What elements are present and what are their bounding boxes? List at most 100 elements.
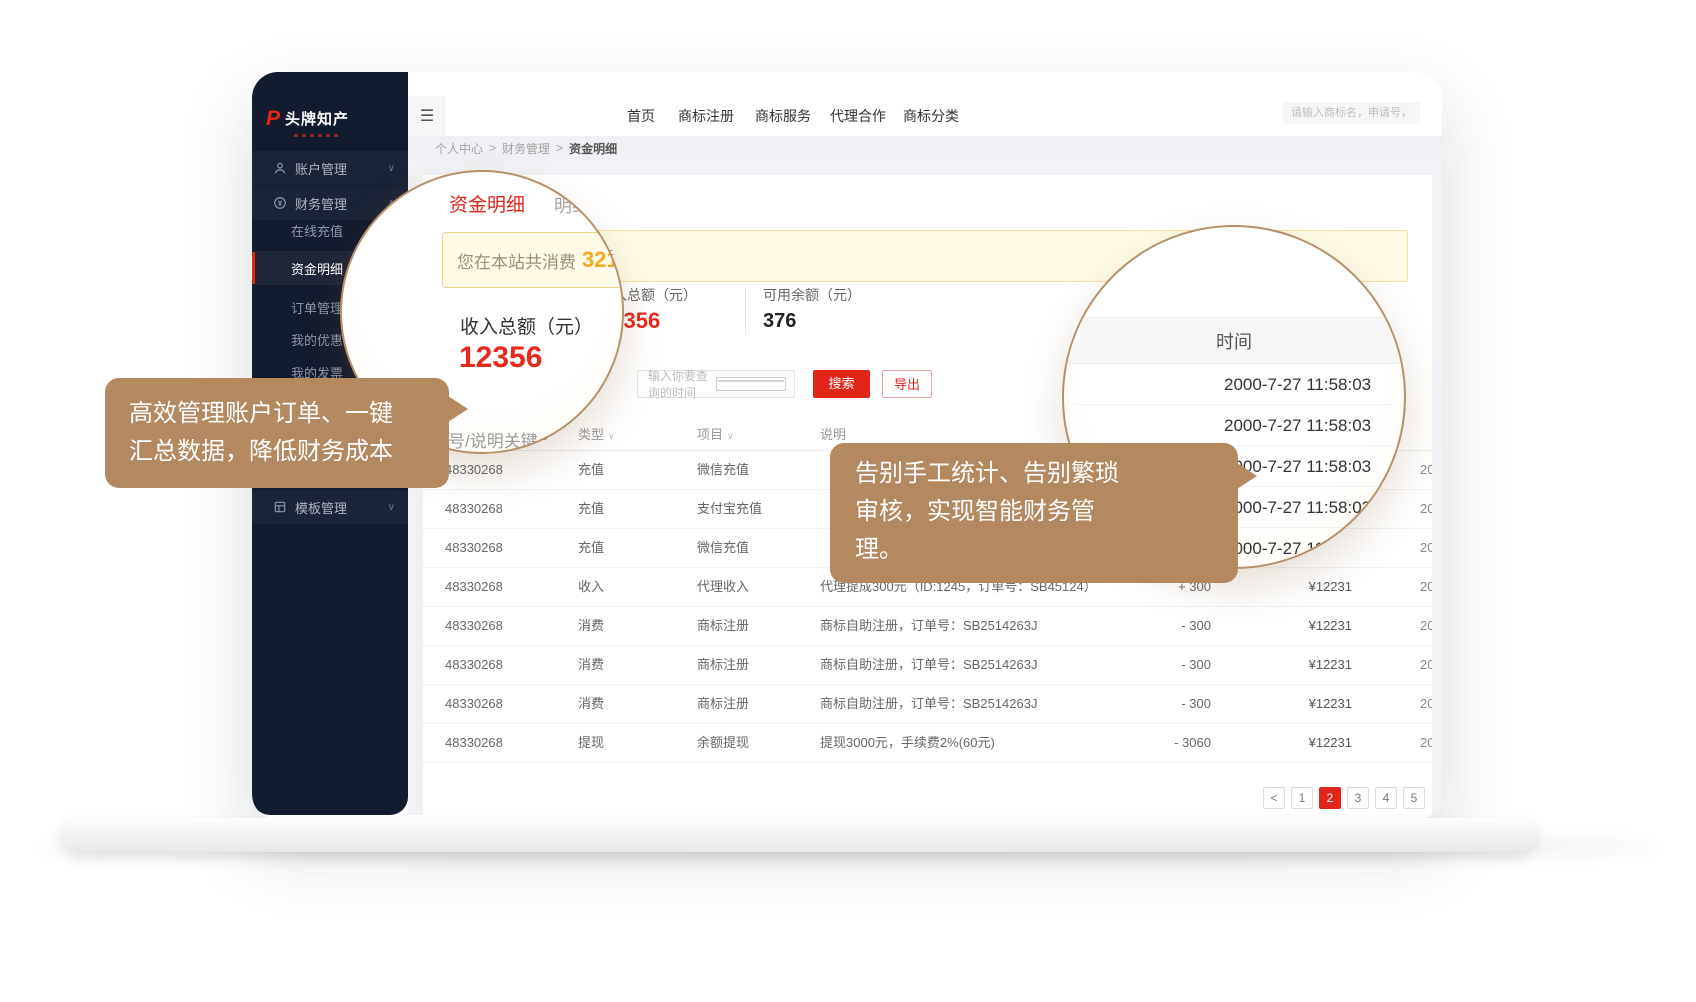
- pagination-prev-button[interactable]: <: [1263, 787, 1285, 809]
- cell-amount: - 300: [1063, 685, 1211, 723]
- marketing-canvas: P 头牌知产 账户管理 ∨ 财务管理 ∧ 在线充值: [0, 0, 1696, 1002]
- cell-order: 48330268: [445, 529, 503, 567]
- callout-right: 告别手工统计、告别繁琐 审核，实现智能财务管 理。: [830, 443, 1238, 583]
- brand-tagline-dots: [294, 134, 340, 137]
- stat-divider: [745, 287, 746, 335]
- zoom-time-value: 2000-7-27 11:58:03: [1224, 487, 1371, 528]
- active-indicator-bar: [252, 252, 255, 284]
- breadcrumb-current: 资金明细: [569, 140, 617, 157]
- nav-tab-agency[interactable]: 代理合作: [830, 96, 886, 136]
- cell-time: 2000-7-27 11:58:03: [1420, 529, 1432, 567]
- callout-right-line2: 审核，实现智能财务管: [855, 493, 1238, 531]
- sidebar-item-label: 在线充值: [291, 221, 343, 240]
- zoom-time-value: 2000-7-27 11:58:03: [1224, 405, 1371, 446]
- cell-balance: ¥12231: [1223, 607, 1352, 645]
- sidebar-item-label: 财务管理: [295, 194, 347, 213]
- sidebar-item-label: 订单管理: [291, 298, 343, 317]
- sidebar-item-account[interactable]: 账户管理 ∨: [252, 151, 408, 185]
- cell-description: 商标自助注册，订单号：SB2514263J: [820, 646, 1037, 684]
- sidebar-item-templates[interactable]: 模板管理 ∨: [252, 490, 408, 524]
- pagination-page-1[interactable]: 1: [1291, 787, 1313, 809]
- brand-name: 头牌知产: [285, 108, 349, 129]
- callout-left: 高效管理账户订单、一键 汇总数据，降低财务成本: [105, 378, 449, 488]
- cell-time: 2000-7-27 11:58:03: [1420, 490, 1432, 528]
- header-type[interactable]: 类型 ∨: [578, 420, 615, 450]
- nav-tab-home[interactable]: 首页: [627, 96, 655, 136]
- header-project[interactable]: 项目∨: [697, 420, 734, 450]
- nav-tab-trademark-services[interactable]: 商标服务: [755, 96, 811, 136]
- caret-down-icon: ∨: [608, 431, 615, 441]
- export-button[interactable]: 导出: [882, 370, 932, 398]
- table-row: 48330268 消费 商标注册 商标自助注册，订单号：SB2514263J -…: [423, 685, 1432, 724]
- cell-project: 微信充值: [697, 529, 749, 567]
- cell-type: 消费: [578, 685, 604, 723]
- cell-project: 商标注册: [697, 685, 749, 723]
- brand-logo-icon: P: [266, 108, 280, 129]
- calendar-icon: [716, 377, 786, 391]
- cell-balance: ¥12231: [1223, 646, 1352, 684]
- brand-logo: P 头牌知产: [266, 108, 349, 129]
- pagination-page-5[interactable]: 5: [1403, 787, 1425, 809]
- hamburger-menu-icon[interactable]: ☰: [408, 96, 446, 136]
- cell-project: 代理收入: [697, 568, 749, 606]
- pagination-page-3[interactable]: 3: [1347, 787, 1369, 809]
- cell-type: 充值: [578, 529, 604, 567]
- date-query-placeholder: 输入你要查询的时间: [648, 367, 716, 401]
- template-icon: [273, 500, 287, 514]
- callout-left-line1: 高效管理账户订单、一键: [129, 395, 449, 433]
- sidebar-item-label: 账户管理: [295, 159, 347, 178]
- cell-time: 2000-7-27 11:58:03: [1420, 568, 1432, 606]
- date-query-input[interactable]: 输入你要查询的时间: [637, 370, 795, 398]
- breadcrumb-separator: >: [489, 141, 496, 155]
- breadcrumb-item[interactable]: 个人中心: [435, 140, 483, 157]
- cell-description: 商标自助注册，订单号：SB2514263J: [820, 607, 1037, 645]
- pagination-page-4[interactable]: 4: [1375, 787, 1397, 809]
- trademark-search-input[interactable]: [1283, 102, 1420, 124]
- zoom-card-tab-fragment: 资金明细: [449, 190, 525, 217]
- zoom-income-total-label: 收入总额（元）: [460, 312, 593, 339]
- table-row: 48330268 提现 余额提现 提现3000元，手续费2%(60元) - 30…: [423, 724, 1432, 763]
- nav-tab-trademark-classes[interactable]: 商标分类: [903, 96, 959, 136]
- search-button[interactable]: 搜索: [813, 370, 870, 398]
- cell-type: 提现: [578, 724, 604, 762]
- cell-balance: ¥12231: [1223, 724, 1352, 762]
- pagination-page-2-active[interactable]: 2: [1319, 787, 1341, 809]
- cell-project: 余额提现: [697, 724, 749, 762]
- breadcrumb-separator: >: [556, 141, 563, 155]
- cell-balance: ¥12231: [1223, 685, 1352, 723]
- pagination: < 1 2 3 4 5: [1263, 787, 1425, 809]
- callout-arrow-right-icon: [448, 396, 468, 422]
- cell-balance: ¥12231: [1223, 568, 1352, 606]
- table-row: 48330268 消费 商标注册 商标自助注册，订单号：SB2514263J -…: [423, 646, 1432, 685]
- cell-order: 48330268: [445, 451, 503, 489]
- cell-time: 2000-7-27 11:58:03: [1420, 724, 1432, 762]
- cell-time: 2000-7-27 11:58:03: [1420, 646, 1432, 684]
- sidebar-item-label: 资金明细: [291, 259, 343, 278]
- zoom-banner-amount: 32124: [582, 247, 624, 273]
- header-type-label: 类型: [578, 427, 604, 442]
- cell-order: 48330268: [445, 685, 503, 723]
- cell-order: 48330268: [445, 568, 503, 606]
- callout-arrow-right-icon: [1237, 463, 1257, 489]
- breadcrumb-item[interactable]: 财务管理: [502, 140, 550, 157]
- cell-project: 商标注册: [697, 646, 749, 684]
- cell-amount: - 3060: [1063, 724, 1211, 762]
- callout-right-line3: 理。: [855, 531, 1238, 569]
- callout-right-line1: 告别手工统计、告别繁琐: [855, 455, 1238, 493]
- cell-type: 消费: [578, 607, 604, 645]
- chevron-down-icon: ∨: [388, 502, 395, 513]
- cell-order: 48330268: [445, 490, 503, 528]
- zoom-banner-prefix: 您在本站共消费: [457, 248, 576, 273]
- available-balance-label: 可用余额（元）: [763, 285, 861, 305]
- cell-type: 充值: [578, 451, 604, 489]
- zoom-time-column-header: 时间: [1064, 317, 1404, 364]
- cell-description: 提现3000元，手续费2%(60元): [820, 724, 995, 762]
- cell-amount: - 300: [1063, 607, 1211, 645]
- cell-time: 2000-7-27 11:58:03: [1420, 451, 1432, 489]
- breadcrumb: 个人中心 > 财务管理 > 资金明细: [408, 136, 1442, 160]
- zoom-time-value: 2000-7-27 11:58:03: [1224, 364, 1371, 405]
- cell-project: 微信充值: [697, 451, 749, 489]
- nav-tab-trademark-register[interactable]: 商标注册: [678, 96, 734, 136]
- cell-type: 充值: [578, 490, 604, 528]
- zoom-time-value: 2000-7-27 11:58:03: [1224, 528, 1371, 569]
